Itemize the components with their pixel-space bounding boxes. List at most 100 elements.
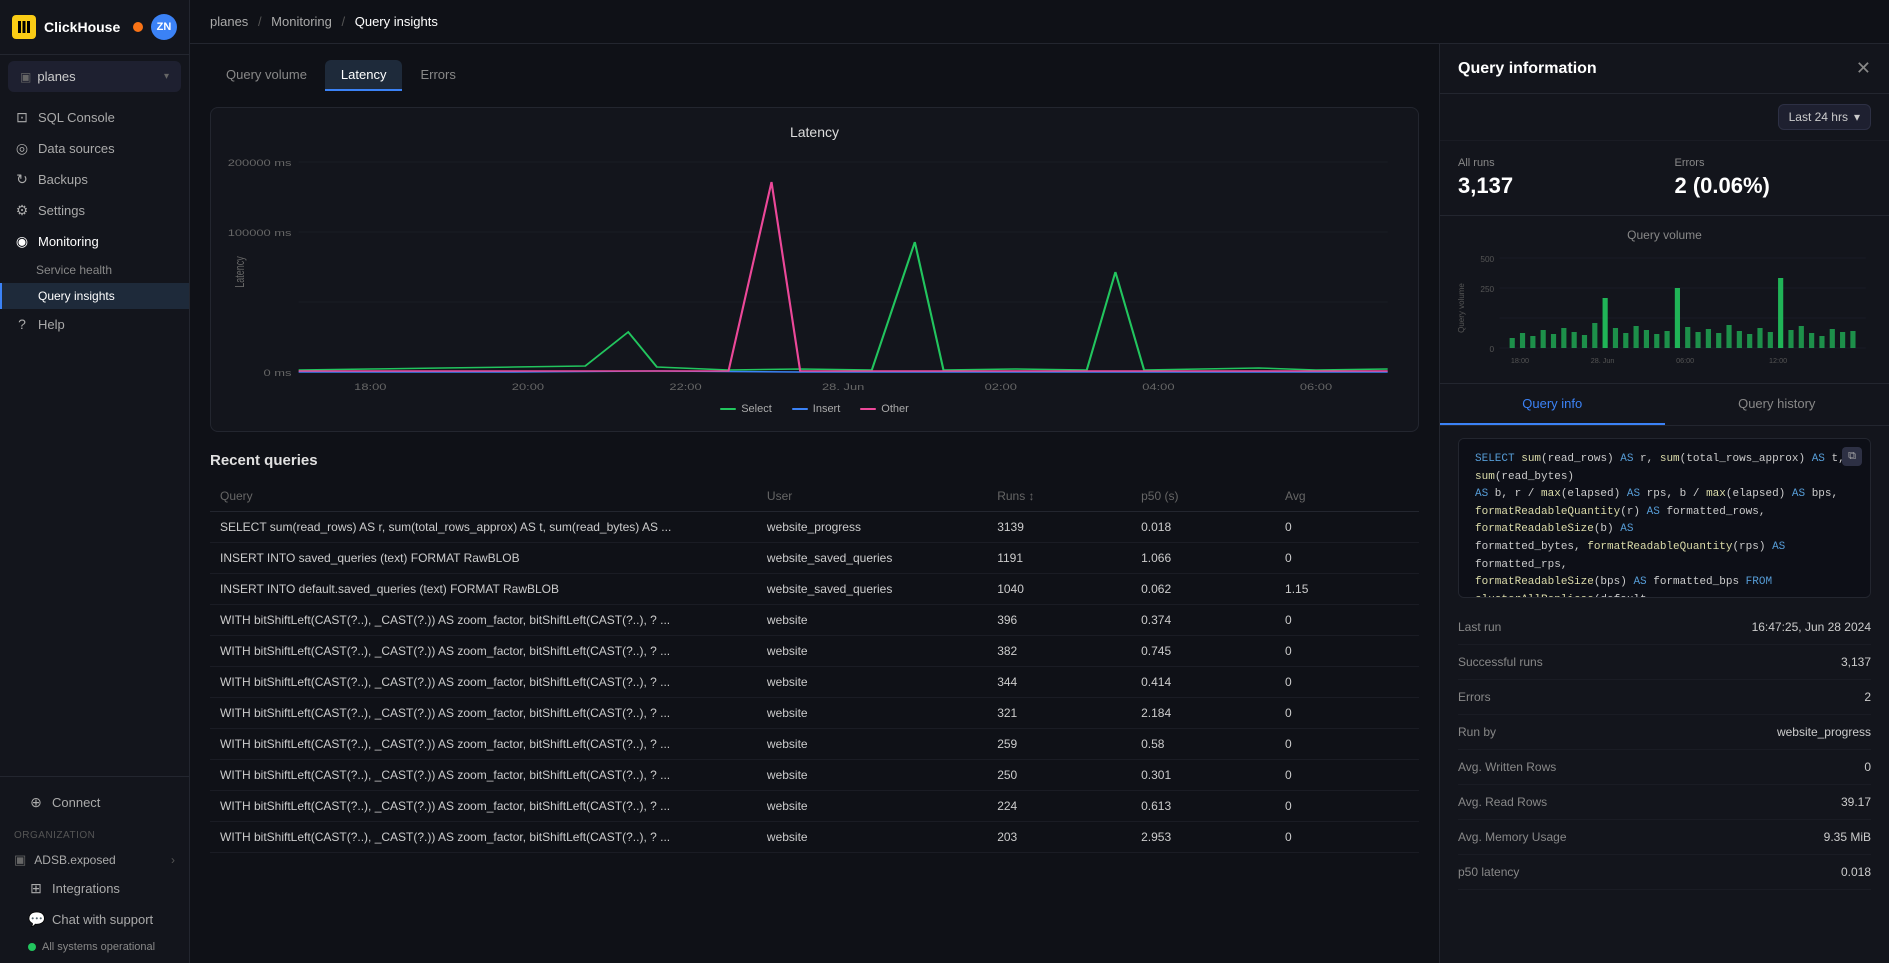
legend-select: Select <box>720 403 772 415</box>
sidebar-item-monitoring[interactable]: ◉ Monitoring <box>0 226 189 257</box>
cell-query: WITH bitShiftLeft(CAST(?..), _CAST(?.)) … <box>210 605 757 636</box>
tab-errors[interactable]: Errors <box>404 60 471 91</box>
sidebar-item-backups[interactable]: ↻ Backups <box>0 164 189 195</box>
table-row[interactable]: WITH bitShiftLeft(CAST(?..), _CAST(?.)) … <box>210 698 1419 729</box>
svg-text:100000 ms: 100000 ms <box>228 229 292 239</box>
svg-text:28. Jun: 28. Jun <box>1591 357 1615 365</box>
table-row[interactable]: SELECT sum(read_rows) AS r, sum(total_ro… <box>210 512 1419 543</box>
query-history-tab-label: Query history <box>1738 396 1815 411</box>
sidebar-item-settings[interactable]: ⚙ Settings <box>0 195 189 226</box>
latency-chart: Latency 200000 ms 100000 ms 0 ms Latency <box>210 107 1419 432</box>
sidebar-item-sql-console[interactable]: ⊡ SQL Console <box>0 102 189 133</box>
status-indicator <box>133 22 143 32</box>
table-row[interactable]: WITH bitShiftLeft(CAST(?..), _CAST(?.)) … <box>210 667 1419 698</box>
breadcrumb-current: Query insights <box>355 14 438 29</box>
panel-tabs: Query info Query history <box>1440 384 1889 426</box>
col-header-query: Query <box>210 481 757 512</box>
sidebar-item-service-health[interactable]: Service health <box>0 257 189 283</box>
col-header-runs[interactable]: Runs ↕ <box>987 481 1131 512</box>
table-row[interactable]: WITH bitShiftLeft(CAST(?..), _CAST(?.)) … <box>210 605 1419 636</box>
svg-text:18:00: 18:00 <box>1511 357 1529 365</box>
chevron-down-icon: ▾ <box>1854 110 1860 124</box>
table-row[interactable]: WITH bitShiftLeft(CAST(?..), _CAST(?.)) … <box>210 636 1419 667</box>
col-header-avg: Avg <box>1275 481 1419 512</box>
detail-value: website_progress <box>1777 725 1871 739</box>
cell-p50: 0.301 <box>1131 760 1275 791</box>
cell-runs: 259 <box>987 729 1131 760</box>
detail-label: Avg. Memory Usage <box>1458 830 1567 844</box>
panel-tab-query-info[interactable]: Query info <box>1440 384 1665 425</box>
org-name-item[interactable]: ▣ ADSB.exposed › <box>14 847 175 873</box>
detail-value: 16:47:25, Jun 28 2024 <box>1752 620 1871 634</box>
cell-user: website <box>757 760 987 791</box>
cell-p50: 2.184 <box>1131 698 1275 729</box>
svg-text:18:00: 18:00 <box>354 383 386 392</box>
query-details: Last run 16:47:25, Jun 28 2024 Successfu… <box>1440 610 1889 906</box>
svg-text:500: 500 <box>1480 255 1494 264</box>
breadcrumb-service: planes <box>210 14 248 29</box>
tab-latency[interactable]: Latency <box>325 60 403 91</box>
table-row[interactable]: WITH bitShiftLeft(CAST(?..), _CAST(?.)) … <box>210 791 1419 822</box>
table-row[interactable]: WITH bitShiftLeft(CAST(?..), _CAST(?.)) … <box>210 822 1419 853</box>
detail-label: Avg. Written Rows <box>1458 760 1556 774</box>
tab-query-volume[interactable]: Query volume <box>210 60 323 91</box>
time-selector[interactable]: Last 24 hrs ▾ <box>1778 104 1871 130</box>
table-header: Query User Runs ↕ p50 (s) Avg <box>210 481 1419 512</box>
logo-icon <box>12 15 36 39</box>
sidebar-item-query-insights[interactable]: Query insights <box>0 283 189 309</box>
cell-query: INSERT INTO default.saved_queries (text)… <box>210 574 757 605</box>
chart-area: 200000 ms 100000 ms 0 ms Latency 18:00 2… <box>227 152 1402 395</box>
sidebar-item-help[interactable]: ? Help <box>0 309 189 339</box>
table-row[interactable]: WITH bitShiftLeft(CAST(?..), _CAST(?.)) … <box>210 760 1419 791</box>
service-selector[interactable]: ▣ planes ▾ <box>8 61 181 92</box>
svg-text:Latency: Latency <box>234 256 248 288</box>
table-row[interactable]: INSERT INTO default.saved_queries (text)… <box>210 574 1419 605</box>
svg-text:04:00: 04:00 <box>1142 383 1174 392</box>
detail-label: Avg. Read Rows <box>1458 795 1547 809</box>
svg-text:28. Jun: 28. Jun <box>822 383 864 392</box>
monitoring-icon: ◉ <box>14 233 30 250</box>
content-area: Query volume Latency Errors Latency <box>190 44 1439 963</box>
cell-p50: 0.374 <box>1131 605 1275 636</box>
stat-errors-label: Errors <box>1675 157 1872 169</box>
sidebar-item-connect[interactable]: ⊕ Connect <box>14 787 175 818</box>
integrations-label: Integrations <box>52 881 120 896</box>
cell-user: website <box>757 667 987 698</box>
data-sources-icon: ◎ <box>14 140 30 157</box>
svg-text:0 ms: 0 ms <box>264 369 292 379</box>
app-logo: ClickHouse <box>12 15 120 39</box>
table-row[interactable]: INSERT INTO saved_queries (text) FORMAT … <box>210 543 1419 574</box>
cell-user: website <box>757 791 987 822</box>
legend-insert: Insert <box>792 403 841 415</box>
panel-controls: Last 24 hrs ▾ <box>1440 94 1889 141</box>
cell-query: WITH bitShiftLeft(CAST(?..), _CAST(?.)) … <box>210 822 757 853</box>
panel-tab-query-history[interactable]: Query history <box>1665 384 1889 425</box>
detail-label: p50 latency <box>1458 865 1519 879</box>
cell-user: website <box>757 605 987 636</box>
query-info-tab-label: Query info <box>1522 396 1582 411</box>
cell-query: WITH bitShiftLeft(CAST(?..), _CAST(?.)) … <box>210 729 757 760</box>
detail-row: Avg. Read Rows 39.17 <box>1458 785 1871 820</box>
org-name: ADSB.exposed <box>34 853 115 867</box>
cell-avg: 0 <box>1275 698 1419 729</box>
user-avatar[interactable]: ZN <box>151 14 177 40</box>
sidebar-item-integrations[interactable]: ⊞ Integrations <box>14 873 175 904</box>
close-button[interactable]: ✕ <box>1856 58 1871 79</box>
copy-button[interactable]: ⧉ <box>1842 447 1862 466</box>
settings-icon: ⚙ <box>14 202 30 219</box>
stat-all-runs: All runs 3,137 <box>1458 157 1655 199</box>
sidebar-item-label: Monitoring <box>38 234 99 249</box>
cell-query: WITH bitShiftLeft(CAST(?..), _CAST(?.)) … <box>210 760 757 791</box>
breadcrumb-monitoring: Monitoring <box>271 14 332 29</box>
legend-dot-select <box>720 408 736 410</box>
cell-user: website <box>757 822 987 853</box>
cell-user: website_progress <box>757 512 987 543</box>
detail-row: Avg. Written Rows 0 <box>1458 750 1871 785</box>
organization-section: Organization ▣ ADSB.exposed › ⊞ Integrat… <box>0 822 189 963</box>
service-name: planes <box>37 69 75 84</box>
table-row[interactable]: WITH bitShiftLeft(CAST(?..), _CAST(?.)) … <box>210 729 1419 760</box>
status-dot <box>28 943 36 951</box>
sidebar-item-chat-support[interactable]: 💬 Chat with support <box>14 904 175 935</box>
sidebar-item-data-sources[interactable]: ◎ Data sources <box>0 133 189 164</box>
detail-row: Avg. Memory Usage 9.35 MiB <box>1458 820 1871 855</box>
